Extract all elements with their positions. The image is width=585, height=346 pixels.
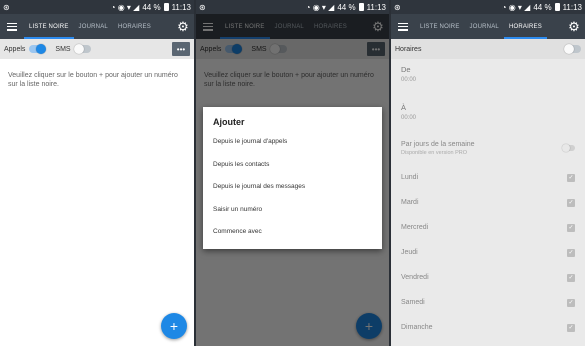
- to-label: À: [401, 103, 407, 112]
- from-value: 00:00: [401, 77, 417, 83]
- day-row[interactable]: Samedi ✓: [391, 290, 585, 315]
- tab-journal[interactable]: JOURNAL: [465, 14, 504, 39]
- day-row[interactable]: Mardi ✓: [391, 190, 585, 215]
- app-bar: LISTE NOIRE JOURNAL HORAIRES ⚙: [0, 14, 194, 39]
- tab-bar: LISTE NOIRE JOURNAL HORAIRES: [415, 14, 563, 39]
- checkbox-icon[interactable]: ✓: [567, 223, 575, 232]
- weekday-toggle[interactable]: [562, 144, 575, 152]
- option-call-log[interactable]: Depuis le journal d'appels: [213, 137, 372, 160]
- option-message-log[interactable]: Depuis le journal des messages: [213, 182, 372, 205]
- app-notification-icon: ⊛: [394, 2, 401, 12]
- tab-journal[interactable]: JOURNAL: [74, 14, 113, 39]
- checkbox-icon[interactable]: ✓: [567, 173, 575, 182]
- clock: 11:13: [366, 2, 386, 12]
- signal-icons: ◔ ◉ ▾ ◢: [110, 2, 140, 12]
- clock: 11:13: [562, 2, 582, 12]
- day-row[interactable]: Dimanche ✓: [391, 315, 585, 340]
- schedule-header: Horaires: [391, 39, 585, 59]
- tab-liste-noire[interactable]: LISTE NOIRE: [415, 14, 465, 39]
- battery-text: 44 %: [142, 2, 161, 12]
- app-notification-icon: ⊛: [199, 2, 206, 12]
- screens-container: ⊛ ◔ ◉ ▾ ◢ 44 % 11:13 LISTE NOIRE JOURNAL…: [0, 0, 585, 346]
- clock: 11:13: [171, 2, 191, 12]
- empty-message: Veuillez cliquer sur le bouton + pour aj…: [8, 72, 178, 88]
- from-time[interactable]: De 00:00: [391, 59, 585, 97]
- tab-horaires[interactable]: HORAIRES: [113, 14, 156, 39]
- gear-icon[interactable]: ⚙: [563, 14, 585, 39]
- option-starts-with[interactable]: Commence avec: [213, 227, 372, 250]
- sms-label: SMS: [55, 45, 71, 53]
- menu-icon[interactable]: [391, 14, 415, 39]
- day-row[interactable]: Mercredi ✓: [391, 215, 585, 240]
- status-bar: ⊛ ◔ ◉ ▾ ◢ 44 % 11:13: [196, 0, 389, 14]
- add-fab-button[interactable]: +: [161, 313, 187, 339]
- day-row[interactable]: Vendredi ✓: [391, 265, 585, 290]
- checkbox-icon[interactable]: ✓: [567, 198, 575, 207]
- battery-icon: [554, 3, 560, 11]
- app-notification-icon: ⊛: [3, 2, 10, 12]
- tab-horaires[interactable]: HORAIRES: [503, 14, 547, 39]
- day-row[interactable]: Jeudi ✓: [391, 240, 585, 265]
- schedule-toggle[interactable]: [564, 44, 581, 54]
- filter-bar: Appels SMS •••: [0, 39, 194, 59]
- screen-schedule: ⊛ ◔ ◉ ▾ ◢ 44 % 11:13 LISTE NOIRE JOURNAL…: [391, 0, 585, 346]
- day-row[interactable]: Lundi ✓: [391, 165, 585, 190]
- to-time[interactable]: À 00:00: [391, 97, 585, 135]
- checkbox-icon[interactable]: ✓: [567, 298, 575, 307]
- calls-toggle[interactable]: [29, 44, 47, 54]
- more-options-button[interactable]: •••: [172, 42, 190, 56]
- sms-toggle[interactable]: [73, 44, 91, 54]
- dialog-title: Ajouter: [213, 117, 245, 127]
- status-bar: ⊛ ◔ ◉ ▾ ◢ 44 % 11:13: [0, 0, 194, 14]
- app-bar: LISTE NOIRE JOURNAL HORAIRES ⚙: [391, 14, 585, 39]
- signal-icons: ◔ ◉ ▾ ◢: [305, 2, 335, 12]
- battery-text: 44 %: [337, 2, 356, 12]
- status-bar: ⊛ ◔ ◉ ▾ ◢ 44 % 11:13: [391, 0, 585, 14]
- weekday-subtitle: Disponible en version PRO: [401, 150, 468, 156]
- battery-text: 44 %: [533, 2, 552, 12]
- gear-icon[interactable]: ⚙: [172, 14, 194, 39]
- add-dialog: Ajouter Depuis le journal d'appels Depui…: [203, 107, 382, 249]
- signal-icons: ◔ ◉ ▾ ◢: [501, 2, 531, 12]
- checkbox-icon[interactable]: ✓: [567, 273, 575, 282]
- option-enter-number[interactable]: Saisir un numéro: [213, 205, 372, 228]
- battery-icon: [358, 3, 364, 11]
- weekday-label: Par jours de la semaine: [401, 141, 475, 148]
- tab-bar: LISTE NOIRE JOURNAL HORAIRES: [24, 14, 172, 39]
- weekday-option: Par jours de la semaine Disponible en ve…: [391, 135, 585, 165]
- screen-blacklist: ⊛ ◔ ◉ ▾ ◢ 44 % 11:13 LISTE NOIRE JOURNAL…: [0, 0, 194, 346]
- option-contacts[interactable]: Depuis les contacts: [213, 160, 372, 183]
- tab-liste-noire[interactable]: LISTE NOIRE: [24, 14, 74, 39]
- battery-icon: [163, 3, 169, 11]
- checkbox-icon[interactable]: ✓: [567, 248, 575, 257]
- checkbox-icon[interactable]: ✓: [567, 323, 575, 332]
- menu-icon[interactable]: [0, 14, 24, 39]
- calls-label: Appels: [4, 45, 26, 53]
- screen-add-dialog: ⊛ ◔ ◉ ▾ ◢ 44 % 11:13 LISTE NOIRE JOURNAL…: [196, 0, 389, 346]
- from-label: De: [401, 65, 411, 74]
- to-value: 00:00: [401, 115, 417, 121]
- schedule-title: Horaires: [395, 45, 422, 53]
